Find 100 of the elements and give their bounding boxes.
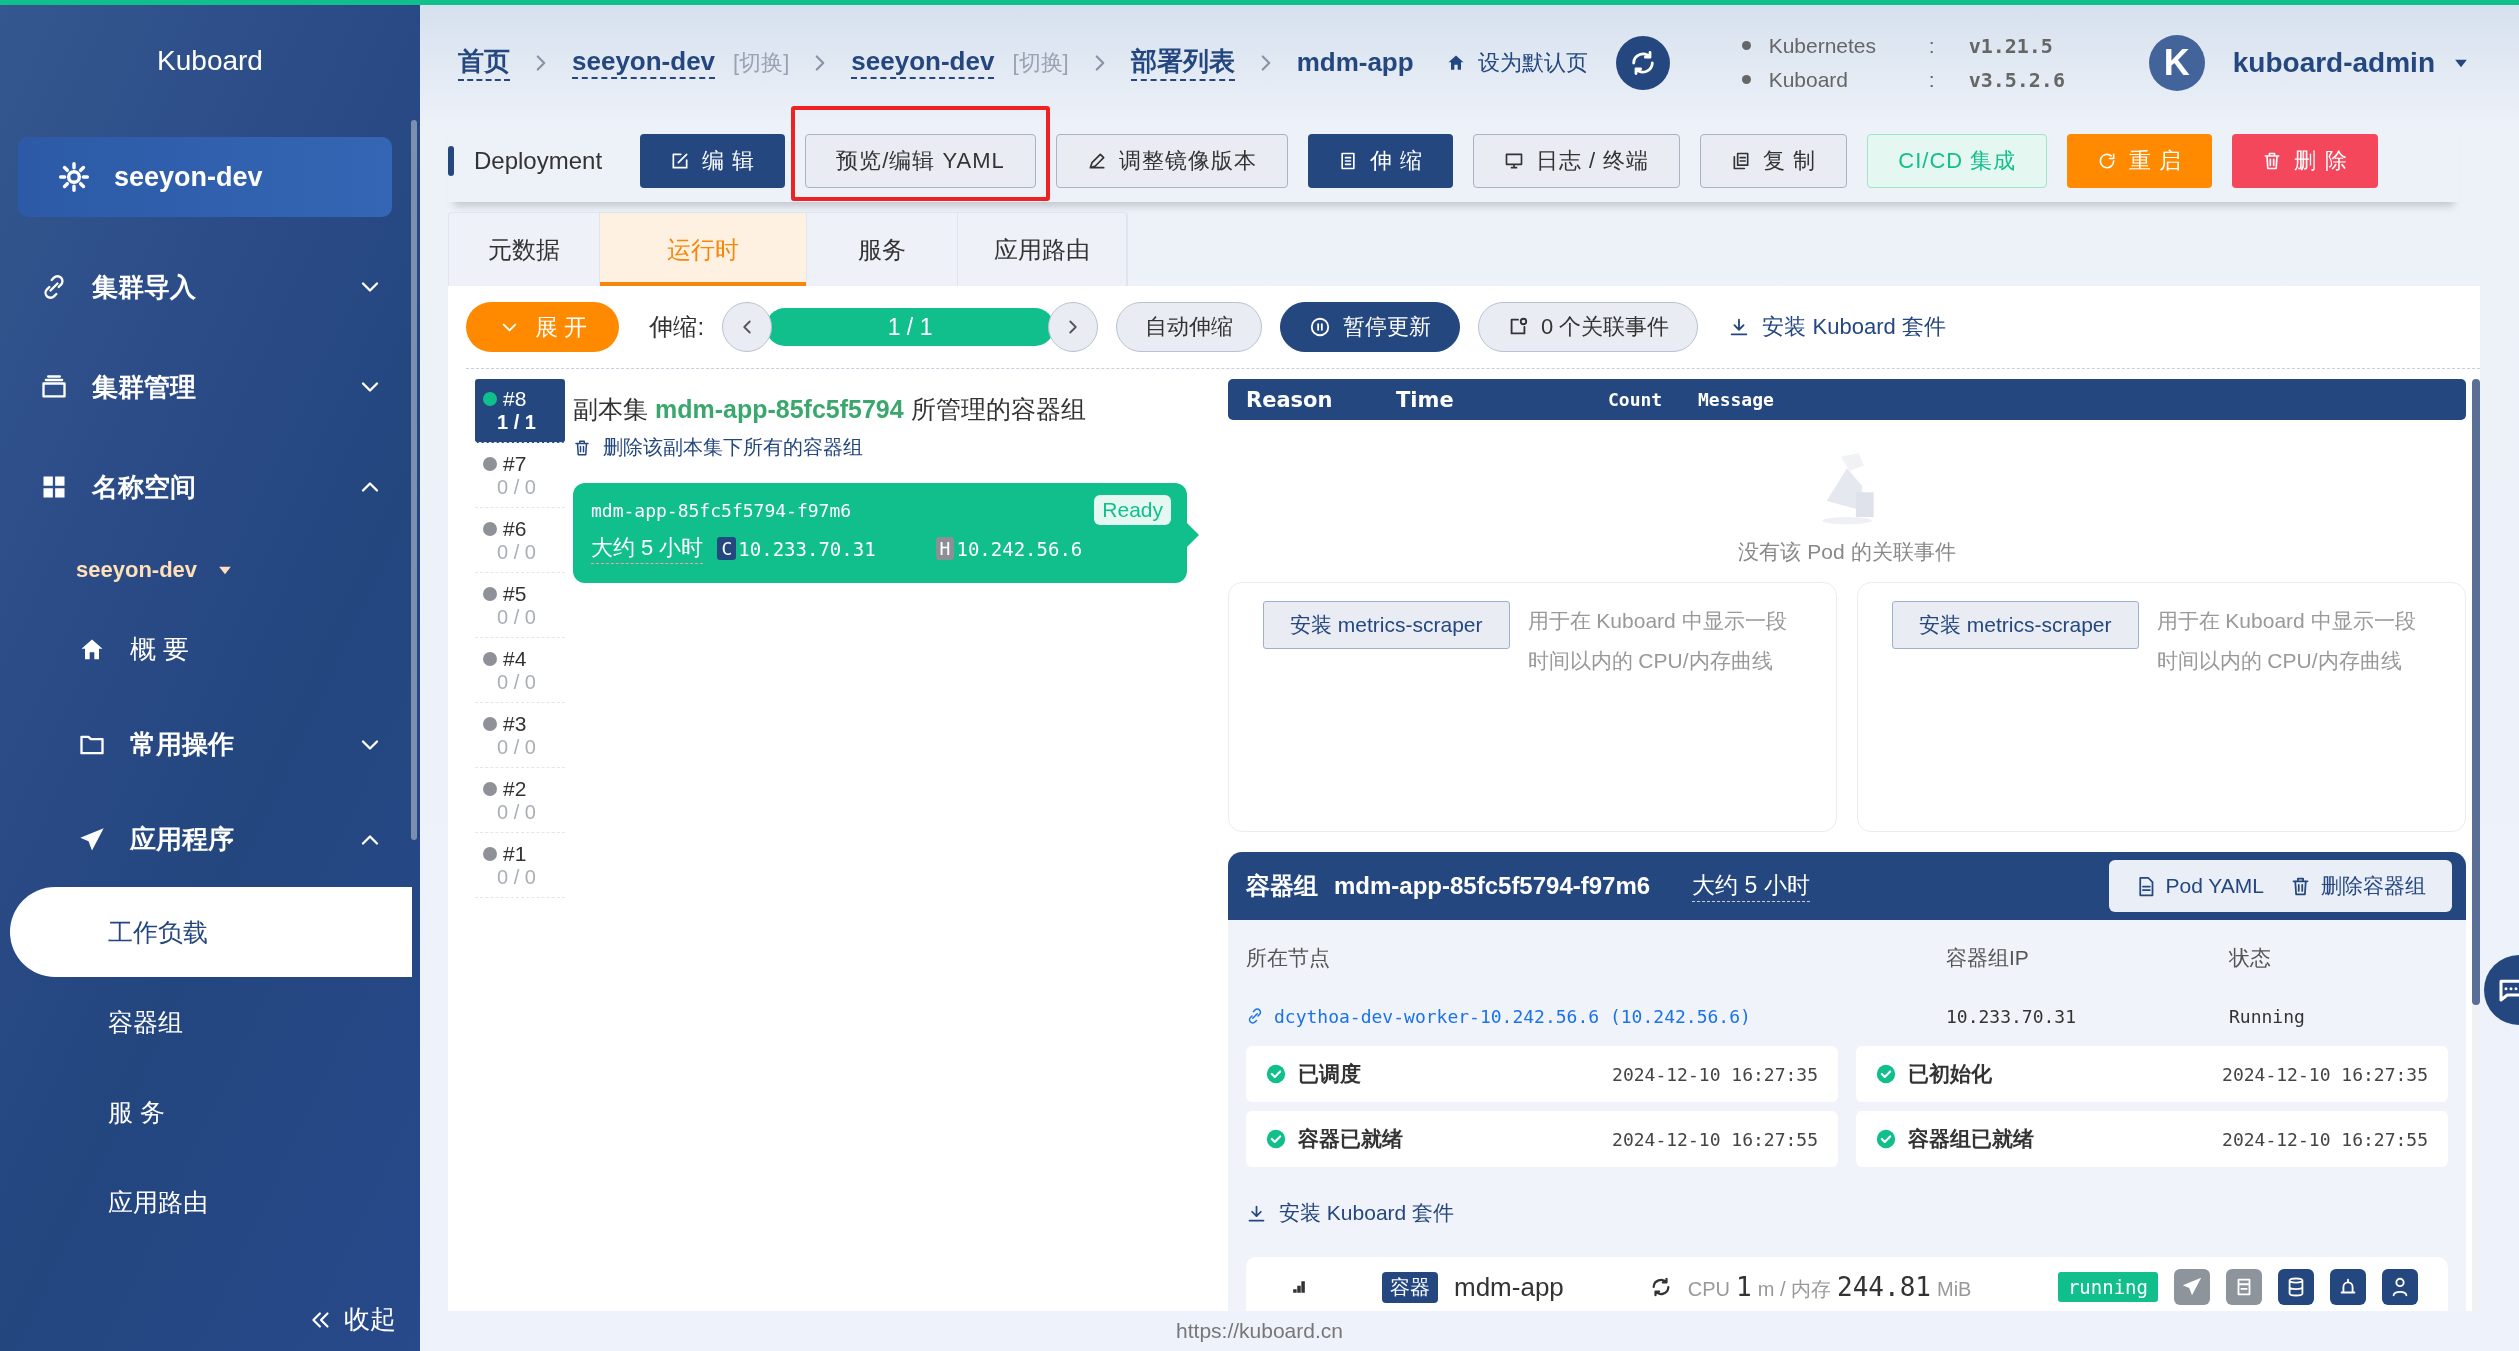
install-metrics-button[interactable]: 安装 metrics-scraper bbox=[1263, 601, 1510, 649]
panel-action[interactable]: 删除容器组 bbox=[2290, 872, 2426, 900]
install-link[interactable]: 安装 Kuboard 套件 bbox=[1246, 1199, 2448, 1227]
revision-item[interactable]: #8 1 / 1 bbox=[475, 379, 565, 443]
container-action-button[interactable] bbox=[2330, 1269, 2366, 1305]
condition-label: 容器已就绪 bbox=[1298, 1126, 1404, 1152]
set-default-link[interactable]: 设为默认页 bbox=[1445, 47, 1588, 78]
container-tag: 容器 bbox=[1382, 1271, 1438, 1303]
version-value: v1.21.5 bbox=[1968, 33, 2053, 58]
auto-scale-button[interactable]: 自动伸缩 bbox=[1116, 302, 1263, 352]
status-badge: running bbox=[2057, 1272, 2158, 1302]
scale-label: 伸缩: bbox=[649, 312, 705, 342]
replica-set-title: 副本集 mdm-app-85fc5f5794 所管理的容器组 bbox=[573, 394, 1087, 425]
pod-ip: 10.233.70.31 bbox=[738, 537, 876, 560]
bars-icon bbox=[1292, 1280, 1306, 1294]
resource-kind: Deployment bbox=[474, 147, 603, 175]
collapse-link[interactable]: 收起 bbox=[0, 1302, 420, 1351]
breadcrumb-link[interactable]: seeyon-dev bbox=[572, 46, 716, 79]
breadcrumb-link[interactable]: 首页 bbox=[458, 44, 510, 81]
version-name: Kubernetes bbox=[1768, 33, 1878, 58]
trash-icon bbox=[573, 438, 591, 457]
breadcrumb-link[interactable]: seeyon-dev bbox=[851, 46, 995, 79]
ip-type-badge: C bbox=[717, 537, 737, 560]
revision-item[interactable]: #2 0 / 0 bbox=[475, 769, 565, 833]
toolbar-button[interactable]: 伸 缩 bbox=[1307, 134, 1453, 188]
version-value: v3.5.2.6 bbox=[1968, 67, 2065, 92]
condition-time: 2024-12-10 16:27:55 bbox=[1612, 1128, 1818, 1150]
nav-item[interactable]: 名称空间 bbox=[0, 437, 420, 537]
toolbar-button[interactable]: 编 辑 bbox=[640, 134, 786, 188]
nav-item[interactable]: 常用操作 bbox=[0, 697, 420, 792]
scrollbar[interactable] bbox=[2472, 379, 2480, 1311]
breadcrumb-link[interactable]: 部署列表 bbox=[1130, 44, 1235, 81]
nav-item[interactable]: 应用程序 bbox=[0, 792, 420, 887]
panel-label: 容器组 bbox=[1246, 871, 1318, 901]
nav-subitem[interactable]: 容器组 bbox=[0, 977, 420, 1067]
nav-subitem[interactable]: 服 务 bbox=[0, 1067, 420, 1157]
condition-time: 2024-12-10 16:27:35 bbox=[1612, 1063, 1818, 1085]
node-link[interactable]: dcythoa-dev-worker-10.242.56.6 (10.242.56.6) bbox=[1246, 996, 1946, 1036]
status-badge: Ready bbox=[1094, 495, 1171, 525]
edit-icon bbox=[670, 151, 691, 171]
field-label: 状态 bbox=[2229, 945, 2272, 971]
condition-time: 2024-12-10 16:27:35 bbox=[2222, 1063, 2428, 1085]
empty-message: 没有该 Pod 的关联事件 bbox=[1738, 539, 1956, 565]
breadcrumb-current: mdm-app bbox=[1296, 47, 1414, 78]
toolbar-button[interactable]: 调整镜像版本 bbox=[1055, 134, 1288, 188]
user-avatar[interactable]: K bbox=[2148, 34, 2205, 91]
revision-item[interactable]: #5 0 / 0 bbox=[475, 574, 565, 638]
version-name: Kuboard bbox=[1768, 67, 1850, 92]
metrics-description: 用于在 Kuboard 中显示一段时间以内的 CPU/内存曲线 bbox=[2156, 608, 2417, 674]
host-ip: 10.242.56.6 bbox=[956, 537, 1083, 560]
panel-action[interactable]: Pod YAML bbox=[2134, 874, 2264, 898]
cluster-item[interactable]: seeyon-dev bbox=[18, 137, 392, 217]
footer-url[interactable]: https://kuboard.cn bbox=[1176, 1319, 1343, 1343]
install-metrics-button[interactable]: 安装 metrics-scraper bbox=[1892, 601, 2139, 649]
bullet-icon bbox=[1741, 75, 1751, 84]
brand-title: Kuboard bbox=[156, 45, 264, 77]
revision-item[interactable]: #4 0 / 0 bbox=[475, 639, 565, 703]
field-label: 容器组IP bbox=[1946, 945, 2030, 971]
column-header: Reason bbox=[1246, 387, 1334, 412]
revision-item[interactable]: #7 0 / 0 bbox=[475, 444, 565, 508]
nav-item[interactable]: 集群管理 bbox=[0, 337, 420, 437]
nav-item[interactable]: 集群导入 bbox=[0, 237, 420, 337]
pod-name: mdm-app-85fc5f5794-f97m6 bbox=[1334, 872, 1651, 900]
toolbar-button[interactable]: 复 制 bbox=[1700, 134, 1848, 188]
metrics-description: 用于在 Kuboard 中显示一段时间以内的 CPU/内存曲线 bbox=[1527, 608, 1788, 674]
toolbar-button[interactable]: 预览/编辑 YAML bbox=[805, 134, 1036, 188]
nav-subitem[interactable]: 应用路由 bbox=[0, 1157, 420, 1247]
monitor-icon bbox=[1503, 151, 1524, 171]
field-value: Running bbox=[2229, 1004, 2305, 1029]
accent-bar bbox=[448, 146, 454, 176]
container-action-button[interactable] bbox=[2382, 1269, 2418, 1305]
field-label: 所在节点 bbox=[1246, 945, 1331, 971]
pause-button[interactable]: 暂停更新 bbox=[1280, 302, 1461, 352]
column-header: Message bbox=[1698, 389, 1774, 410]
link-icon bbox=[1246, 1007, 1264, 1025]
revision-item[interactable]: #6 0 / 0 bbox=[475, 509, 565, 573]
revision-item[interactable]: #1 0 / 0 bbox=[475, 834, 565, 898]
toolbar-button[interactable]: 日志 / 终端 bbox=[1472, 134, 1681, 188]
namespace-selector[interactable]: seeyon-dev bbox=[0, 537, 420, 602]
nav-subitem[interactable]: 工作负载 bbox=[10, 887, 412, 977]
pod-name: mdm-app-85fc5f5794-f97m6 bbox=[591, 499, 852, 521]
nav-item[interactable]: 概 要 bbox=[0, 602, 420, 697]
revision-item[interactable]: #3 0 / 0 bbox=[475, 704, 565, 768]
stack-icon bbox=[40, 373, 68, 401]
condition-time: 2024-12-10 16:27:55 bbox=[2222, 1128, 2428, 1150]
version-separator: : bbox=[1928, 67, 1936, 92]
copy-icon bbox=[1731, 151, 1752, 171]
scrollbar[interactable] bbox=[411, 120, 417, 840]
install-link[interactable]: 安装 Kuboard 套件 bbox=[1728, 312, 1946, 342]
column-header: Time bbox=[1396, 387, 1455, 412]
user-menu[interactable]: kuboard-admin bbox=[2232, 46, 2435, 79]
toolbar-button[interactable]: 删 除 bbox=[2232, 134, 2378, 188]
container-action-button[interactable] bbox=[2278, 1269, 2314, 1305]
events-button[interactable]: 0 个关联事件 bbox=[1478, 302, 1699, 352]
pause-icon bbox=[1309, 316, 1332, 338]
version-separator: : bbox=[1928, 33, 1936, 58]
bullet-icon bbox=[1741, 41, 1751, 50]
pod-age: 大约 5 小时 bbox=[1692, 870, 1810, 902]
delete-pods-link[interactable]: 删除该副本集下所有的容器组 bbox=[573, 434, 1188, 461]
trash-icon bbox=[2290, 875, 2311, 897]
